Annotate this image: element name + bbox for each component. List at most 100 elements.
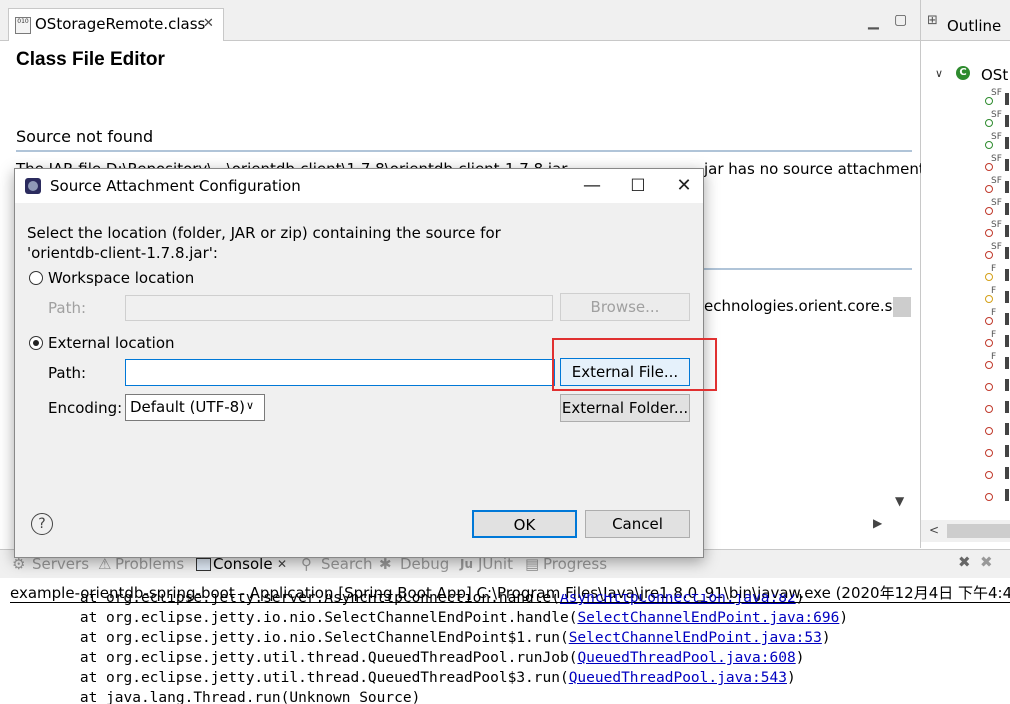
outline-item-label bbox=[1005, 379, 1009, 391]
outline-item-label bbox=[1005, 269, 1009, 281]
stacktrace-link[interactable]: SelectChannelEndPoint.java:696 bbox=[577, 610, 839, 626]
minimize-icon[interactable]: — bbox=[569, 169, 615, 203]
field-icon bbox=[985, 339, 993, 347]
external-path-input[interactable] bbox=[125, 359, 555, 386]
outline-item-label bbox=[1005, 115, 1009, 127]
outline-pane: ⊞ Outline ∨ C OSt SF SF SF SF SF SF SF SF F F F F F … bbox=[921, 0, 1010, 548]
console-line: at org.eclipse.jetty.io.nio.SelectChanne… bbox=[34, 610, 848, 626]
maximize-icon[interactable]: ☐ bbox=[615, 169, 661, 203]
outline-item[interactable] bbox=[921, 418, 1010, 440]
modifier-badge: SF bbox=[991, 132, 1002, 142]
help-icon[interactable]: ? bbox=[31, 513, 53, 535]
outline-root-label[interactable]: OSt bbox=[981, 66, 1008, 84]
encoding-label: Encoding: bbox=[48, 399, 123, 417]
class-icon: C bbox=[956, 66, 970, 80]
outline-item-label bbox=[1005, 225, 1009, 237]
outline-item[interactable]: F bbox=[921, 308, 1010, 330]
stacktrace-link[interactable]: QueuedThreadPool.java:543 bbox=[569, 670, 787, 686]
outline-item-label bbox=[1005, 93, 1009, 105]
outline-item-label bbox=[1005, 467, 1009, 479]
console-line-text: ) bbox=[786, 670, 796, 686]
outline-item[interactable]: SF bbox=[921, 242, 1010, 264]
external-location-label[interactable]: External location bbox=[48, 334, 175, 352]
dialog-titlebar[interactable]: Source Attachment Configuration — ☐ ✕ bbox=[15, 169, 703, 203]
outline-item-label bbox=[1005, 423, 1009, 435]
stacktrace-link[interactable]: AsyncHttpConnection.java:82 bbox=[560, 594, 796, 606]
editor-tab[interactable]: 010 OStorageRemote.class ✕ bbox=[8, 8, 224, 41]
outline-item-label bbox=[1005, 445, 1009, 457]
external-location-radio[interactable] bbox=[29, 336, 43, 350]
outline-item[interactable]: F bbox=[921, 330, 1010, 352]
editor-tab-label: OStorageRemote.class bbox=[35, 15, 206, 33]
outline-item-label bbox=[1005, 181, 1009, 193]
scroll-down-icon[interactable]: ▼ bbox=[895, 494, 904, 508]
minimize-icon[interactable]: ▁ bbox=[868, 14, 879, 30]
field-icon bbox=[985, 251, 993, 259]
outline-item[interactable] bbox=[921, 462, 1010, 484]
outline-tab-label[interactable]: Outline bbox=[947, 17, 1001, 35]
outline-tabbar: ⊞ Outline bbox=[921, 0, 1010, 41]
outline-item[interactable]: F bbox=[921, 352, 1010, 374]
outline-item[interactable] bbox=[921, 396, 1010, 418]
stacktrace-link[interactable]: SelectChannelEndPoint.java:53 bbox=[569, 630, 822, 646]
encoding-select[interactable]: Default (UTF-8) ∨ bbox=[125, 394, 265, 421]
field-icon bbox=[985, 119, 993, 127]
outline-item[interactable]: SF bbox=[921, 220, 1010, 242]
encoding-value: Default (UTF-8) bbox=[130, 398, 246, 416]
maximize-icon[interactable]: ▢ bbox=[894, 12, 907, 28]
eclipse-icon bbox=[25, 178, 41, 194]
console-line: at org.eclipse.jetty.util.thread.QueuedT… bbox=[34, 650, 805, 666]
scroll-right-icon[interactable]: ▶ bbox=[873, 516, 882, 530]
outline-item[interactable]: SF bbox=[921, 132, 1010, 154]
scroll-left-icon[interactable]: < bbox=[929, 523, 939, 537]
modifier-badge: SF bbox=[991, 154, 1002, 164]
source-not-found-heading: Source not found bbox=[16, 127, 154, 146]
field-icon bbox=[985, 163, 993, 171]
external-folder-button[interactable]: External Folder... bbox=[560, 394, 690, 422]
modifier-badge: F bbox=[991, 330, 997, 340]
workspace-location-radio[interactable] bbox=[29, 271, 43, 285]
close-icon[interactable]: ✕ bbox=[277, 557, 287, 571]
outline-item[interactable]: F bbox=[921, 264, 1010, 286]
code-text: echnologies.orient.core.st bbox=[704, 297, 899, 315]
outline-item[interactable]: SF bbox=[921, 110, 1010, 132]
ok-button[interactable]: OK bbox=[472, 510, 577, 538]
outline-item[interactable]: SF bbox=[921, 88, 1010, 110]
console-line-text: at org.eclipse.jetty.io.nio.SelectChanne… bbox=[34, 630, 569, 646]
browse-button[interactable]: Browse... bbox=[560, 293, 690, 321]
modifier-badge: SF bbox=[991, 198, 1002, 208]
outline-item[interactable] bbox=[921, 484, 1010, 506]
scrollbar-thumb[interactable] bbox=[893, 297, 911, 317]
cancel-button[interactable]: Cancel bbox=[585, 510, 690, 538]
outline-hscrollbar[interactable]: < bbox=[921, 520, 1010, 542]
field-icon bbox=[985, 97, 993, 105]
close-icon[interactable]: ✕ bbox=[661, 169, 707, 203]
scrollbar-thumb[interactable] bbox=[947, 524, 1010, 538]
class-file-icon: 010 bbox=[15, 17, 31, 34]
workspace-location-label[interactable]: Workspace location bbox=[48, 269, 194, 287]
remove-all-icon[interactable]: ✖ bbox=[980, 553, 993, 571]
outline-item-label bbox=[1005, 291, 1009, 303]
close-icon[interactable]: ✕ bbox=[203, 16, 214, 31]
outline-item[interactable] bbox=[921, 440, 1010, 462]
remove-launch-icon[interactable]: ✖ bbox=[958, 553, 971, 571]
console-line-text: ) bbox=[795, 594, 805, 606]
outline-item[interactable] bbox=[921, 374, 1010, 396]
dialog-description-line1: Select the location (folder, JAR or zip)… bbox=[27, 224, 501, 242]
chevron-down-icon[interactable]: ∨ bbox=[935, 67, 943, 80]
outline-item-label bbox=[1005, 203, 1009, 215]
outline-item[interactable]: SF bbox=[921, 154, 1010, 176]
console-line-text: ) bbox=[795, 650, 805, 666]
outline-item[interactable]: SF bbox=[921, 176, 1010, 198]
modifier-badge: F bbox=[991, 286, 997, 296]
field-icon bbox=[985, 273, 993, 281]
outline-item[interactable]: SF bbox=[921, 198, 1010, 220]
workspace-path-input[interactable] bbox=[125, 295, 553, 321]
source-attachment-dialog: Source Attachment Configuration — ☐ ✕ Se… bbox=[14, 168, 717, 558]
console-line-text: at org.eclipse.jetty.server.AsyncHttpCon… bbox=[34, 594, 560, 606]
stacktrace-link[interactable]: QueuedThreadPool.java:608 bbox=[577, 650, 795, 666]
outline-item[interactable]: F bbox=[921, 286, 1010, 308]
field-icon bbox=[985, 471, 993, 479]
outline-item-label bbox=[1005, 313, 1009, 325]
modifier-badge: F bbox=[991, 264, 997, 274]
